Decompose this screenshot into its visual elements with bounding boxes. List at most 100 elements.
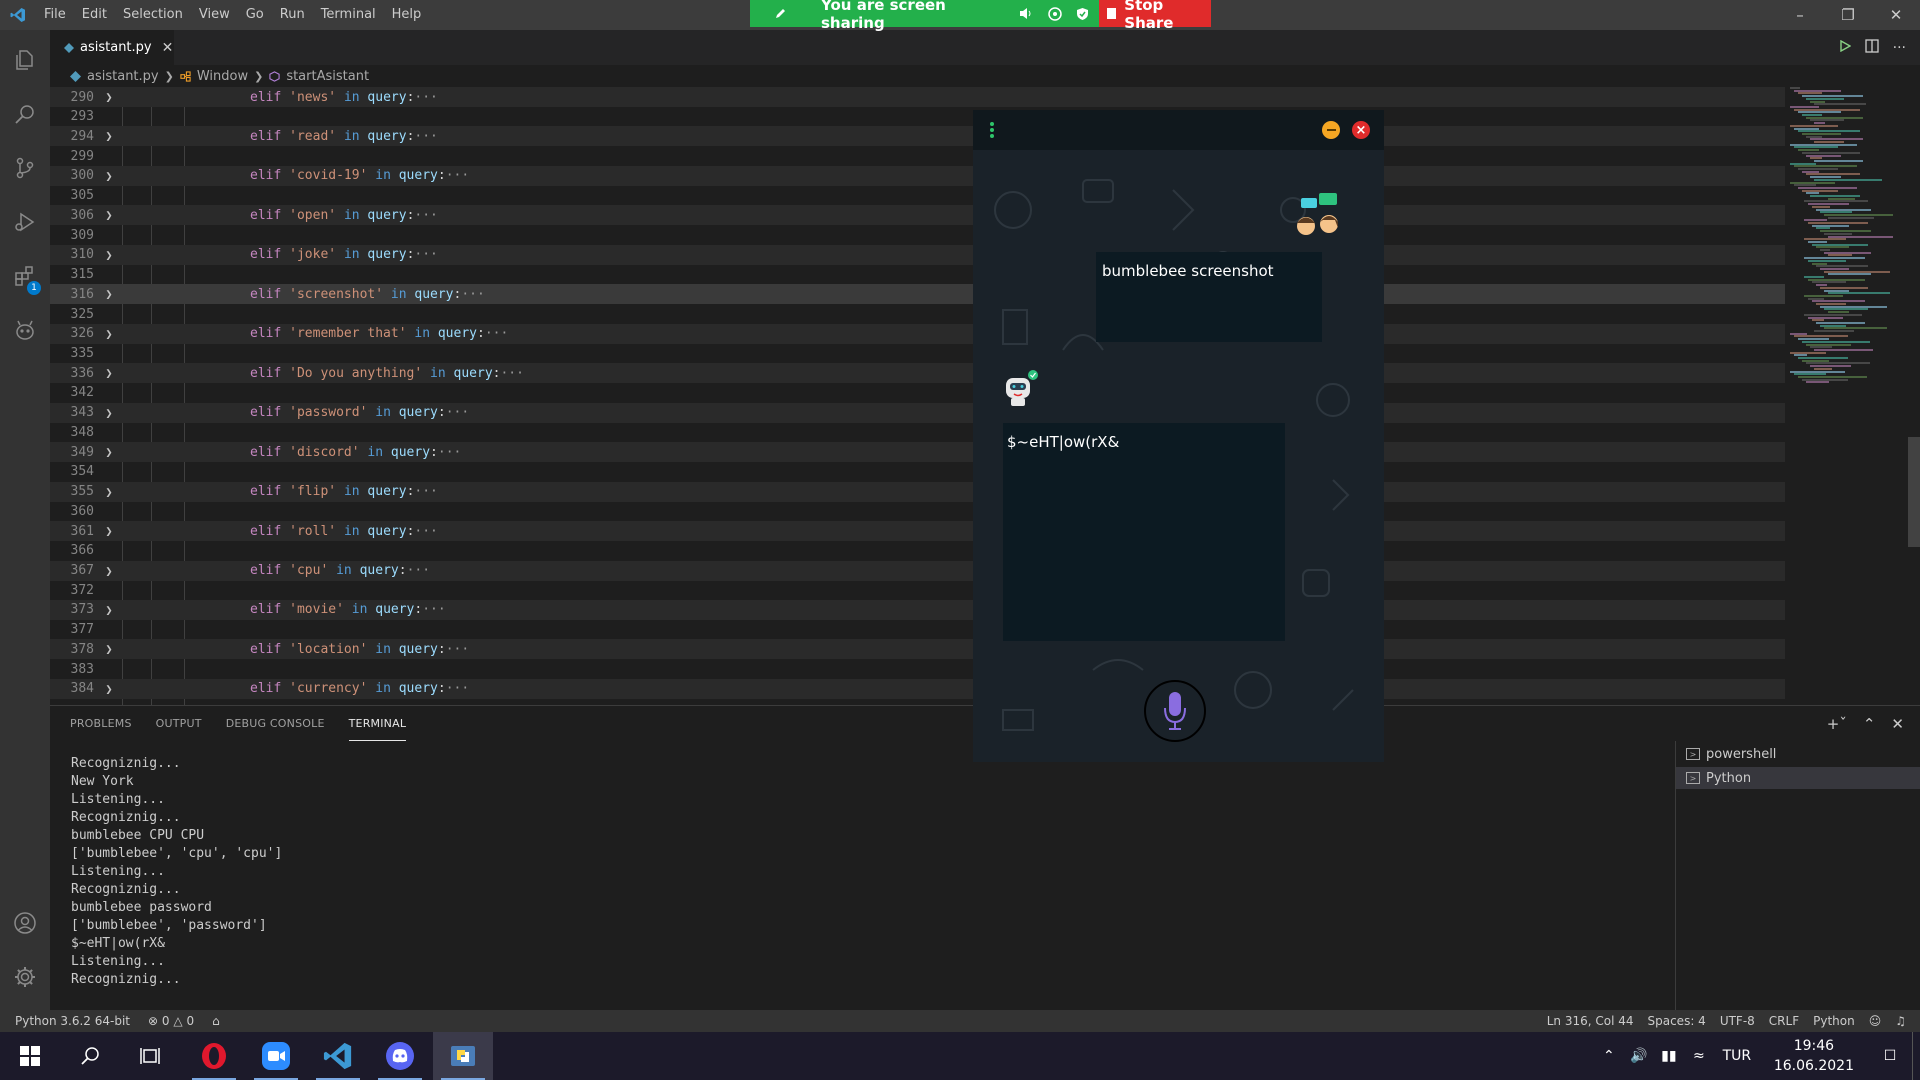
speaker-icon[interactable] — [1019, 6, 1034, 21]
code-line[interactable]: 300 ❯ elif 'covid-19' in query:··· — [50, 165, 1785, 186]
run-file-icon[interactable] — [1839, 39, 1852, 56]
code-line[interactable]: 299 — [50, 146, 1785, 166]
tab-terminal[interactable]: TERMINAL — [348, 706, 407, 741]
code-line[interactable]: 316 ❯ elif 'screenshot' in query:··· — [50, 284, 1785, 305]
fold-chevron-icon[interactable]: ❯ — [94, 485, 124, 499]
menu-item-view[interactable]: View — [191, 0, 238, 30]
folded-ellipsis[interactable]: ··· — [414, 484, 437, 499]
python-app-icon[interactable] — [433, 1032, 493, 1080]
tab-output[interactable]: OUTPUT — [156, 706, 202, 741]
shield-icon[interactable] — [1076, 6, 1089, 21]
folded-ellipsis[interactable]: ··· — [500, 366, 523, 381]
source-control-icon[interactable] — [0, 143, 50, 193]
code-line[interactable]: 309 — [50, 225, 1785, 245]
code-line[interactable]: 372 — [50, 580, 1785, 600]
assistant-minimize-button[interactable] — [1322, 121, 1340, 139]
settings-gear-icon[interactable] — [0, 952, 50, 1002]
alien-extension-icon[interactable] — [0, 305, 50, 355]
notifications-icon[interactable]: ☐ — [1868, 1048, 1912, 1064]
run-debug-icon[interactable] — [0, 197, 50, 247]
fold-chevron-icon[interactable]: ❯ — [94, 603, 124, 617]
notifications-bell-icon[interactable]: ♫ — [1895, 1014, 1906, 1028]
breadcrumb-file[interactable]: asistant.py — [87, 69, 159, 84]
wifi-icon[interactable]: ≈ — [1684, 1048, 1714, 1064]
task-view-icon[interactable] — [120, 1032, 180, 1080]
taskbar-search-icon[interactable] — [60, 1032, 120, 1080]
terminal-item-powershell[interactable]: > powershell — [1676, 743, 1920, 765]
fold-chevron-icon[interactable]: ❯ — [94, 287, 124, 301]
folded-ellipsis[interactable]: ··· — [414, 90, 437, 105]
discord-app-icon[interactable] — [370, 1032, 430, 1080]
code-line[interactable]: 378 ❯ elif 'location' in query:··· — [50, 639, 1785, 660]
zoom-app-icon[interactable] — [246, 1032, 306, 1080]
terminal-output[interactable]: Recogniznig... New York Listening... Rec… — [71, 755, 282, 989]
fold-chevron-icon[interactable]: ❯ — [94, 406, 124, 420]
menu-item-help[interactable]: Help — [384, 0, 430, 30]
terminal-item-python[interactable]: > Python — [1676, 767, 1920, 789]
folded-ellipsis[interactable]: ··· — [414, 208, 437, 223]
fold-chevron-icon[interactable]: ❯ — [94, 564, 124, 578]
code-line[interactable]: 354 — [50, 462, 1785, 482]
breadcrumb-method[interactable]: startAsistant — [286, 69, 369, 84]
fold-chevron-icon[interactable]: ❯ — [94, 208, 124, 222]
clock[interactable]: 19:46 16.06.2021 — [1760, 1036, 1868, 1076]
fold-chevron-icon[interactable]: ❯ — [94, 524, 124, 538]
close-panel-icon[interactable]: ✕ — [1891, 715, 1904, 733]
minimize-window-button[interactable]: – — [1776, 0, 1824, 30]
fold-chevron-icon[interactable]: ❯ — [94, 366, 124, 380]
code-line[interactable]: 343 ❯ elif 'password' in query:··· — [50, 402, 1785, 423]
code-line[interactable]: 325 — [50, 304, 1785, 324]
folded-ellipsis[interactable]: ··· — [422, 602, 445, 617]
restore-window-button[interactable]: ❐ — [1824, 0, 1872, 30]
folded-ellipsis[interactable]: ··· — [438, 445, 461, 460]
code-line[interactable]: 305 — [50, 186, 1785, 206]
folded-ellipsis[interactable]: ··· — [414, 524, 437, 539]
more-actions-icon[interactable]: ··· — [1893, 40, 1906, 56]
show-desktop-button[interactable] — [1912, 1032, 1920, 1080]
folded-ellipsis[interactable]: ··· — [446, 681, 469, 696]
tab-asistant-py[interactable]: asistant.py ✕ — [50, 30, 174, 65]
problems-status[interactable]: ⊗ 0 △ 0 — [148, 1014, 194, 1028]
code-line[interactable]: 315 — [50, 265, 1785, 285]
pen-icon[interactable] — [774, 6, 787, 21]
feedback-icon[interactable]: ☺ — [1869, 1014, 1882, 1028]
fold-chevron-icon[interactable]: ❯ — [94, 248, 124, 262]
fold-chevron-icon[interactable]: ❯ — [94, 445, 124, 459]
code-line[interactable]: 367 ❯ elif 'cpu' in query:··· — [50, 560, 1785, 581]
show-hidden-icons-icon[interactable]: ⌃ — [1594, 1048, 1624, 1064]
account-icon[interactable] — [0, 898, 50, 948]
close-tab-icon[interactable]: ✕ — [162, 40, 174, 56]
menu-item-go[interactable]: Go — [238, 0, 272, 30]
microphone-button[interactable] — [1144, 680, 1206, 742]
assistant-close-button[interactable]: × — [1352, 121, 1370, 139]
encoding-status[interactable]: UTF-8 — [1720, 1014, 1755, 1028]
folded-ellipsis[interactable]: ··· — [446, 168, 469, 183]
code-line[interactable]: 342 — [50, 383, 1785, 403]
code-line[interactable]: 355 ❯ elif 'flip' in query:··· — [50, 481, 1785, 502]
code-line[interactable]: 326 ❯ elif 'remember that' in query:··· — [50, 323, 1785, 344]
code-line[interactable]: 361 ❯ elif 'roll' in query:··· — [50, 521, 1785, 542]
folded-ellipsis[interactable]: ··· — [414, 247, 437, 262]
code-line[interactable]: 293 — [50, 107, 1785, 127]
folded-ellipsis[interactable]: ··· — [446, 405, 469, 420]
folded-ellipsis[interactable]: ··· — [461, 287, 484, 302]
vscode-taskbar-icon[interactable] — [308, 1032, 368, 1080]
tab-debug-console[interactable]: DEBUG CONSOLE — [226, 706, 325, 741]
search-icon[interactable] — [0, 89, 50, 139]
code-line[interactable]: 384 ❯ elif 'currency' in query:··· — [50, 678, 1785, 699]
code-line[interactable]: 348 — [50, 422, 1785, 442]
fold-chevron-icon[interactable]: ❯ — [94, 327, 124, 341]
fold-chevron-icon[interactable]: ❯ — [94, 169, 124, 183]
menu-item-terminal[interactable]: Terminal — [313, 0, 384, 30]
stop-share-button[interactable]: Stop Share — [1099, 0, 1211, 32]
code-line[interactable]: 310 ❯ elif 'joke' in query:··· — [50, 244, 1785, 265]
cursor-position[interactable]: Ln 316, Col 44 — [1547, 1014, 1634, 1028]
battery-icon[interactable]: ▮▮ — [1654, 1048, 1684, 1064]
folded-ellipsis[interactable]: ··· — [414, 129, 437, 144]
volume-icon[interactable]: 🔊 — [1624, 1048, 1654, 1064]
folded-ellipsis[interactable]: ··· — [407, 563, 430, 578]
code-line[interactable]: 294 ❯ elif 'read' in query:··· — [50, 126, 1785, 147]
folded-ellipsis[interactable]: ··· — [485, 326, 508, 341]
home-icon[interactable]: ⌂ — [212, 1014, 220, 1028]
code-line[interactable]: 306 ❯ elif 'open' in query:··· — [50, 205, 1785, 226]
